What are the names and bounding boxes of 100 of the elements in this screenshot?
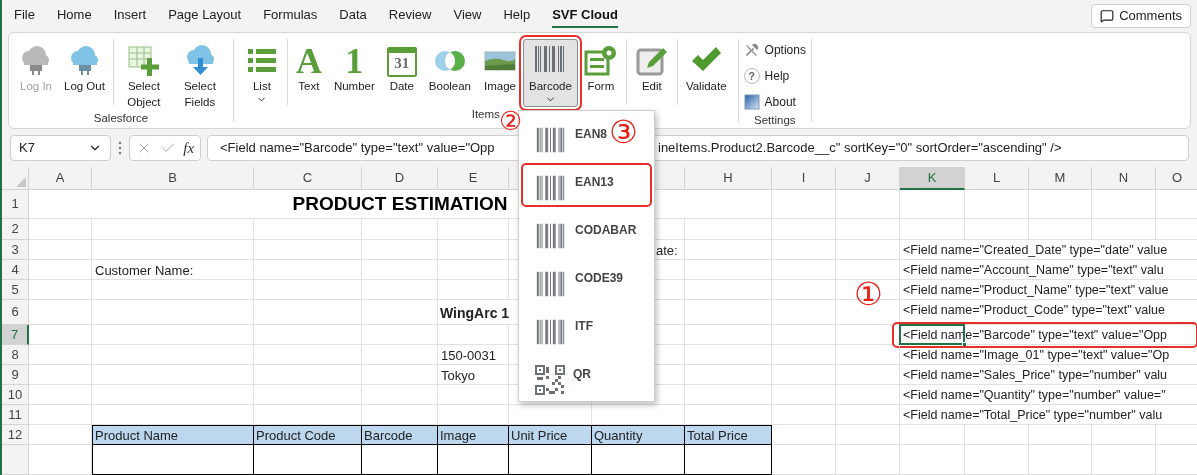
column-header[interactable]: M [1029,167,1092,190]
column-header[interactable]: O [1156,167,1197,190]
sheet-cell[interactable]: 150-0031 [438,345,509,365]
sheet-cell[interactable]: Tokyo [438,365,509,385]
column-header[interactable]: H [685,167,772,190]
column-header[interactable]: C [254,167,362,190]
text-button[interactable]: A Text [289,39,328,107]
column-header[interactable]: I [772,167,836,190]
select-all-icon[interactable] [16,177,26,187]
sheet-cell[interactable]: Barcode [362,425,438,445]
cell-text: <Field name="Account_Name" type="text" valu [903,262,1164,279]
column-header[interactable]: A [29,167,92,190]
group-label: Settings [754,113,796,128]
qr-code-icon [535,365,565,395]
sheet-cell[interactable]: <Field name="Created_Date" type="date" value [900,240,1197,260]
menu-tab[interactable]: Insert [113,3,147,28]
row-header[interactable]: 1 [2,190,29,219]
row-header[interactable]: 4 [2,260,29,280]
list-button[interactable]: List [238,39,285,107]
row-header[interactable]: 11 [2,405,29,425]
cell-text: <Field name="Image_01" type="text" value="Op [903,347,1170,364]
table-header: Image [440,427,477,445]
barcode-icon [535,269,567,299]
info-square-icon [743,94,760,110]
row-header[interactable]: 9 [2,365,29,385]
sheet-cell[interactable]: Unit Price [509,425,592,445]
column-header[interactable]: K [900,167,965,190]
options-button[interactable]: Options [741,39,808,61]
menu-tab[interactable]: Data [339,3,367,28]
more-options-icon [117,141,123,155]
number-button[interactable]: 1 Number [327,39,381,107]
row-header[interactable]: 6 [2,300,29,325]
cell-text: <Field name="Quantity" type="number" value=" [903,387,1166,404]
edit-button[interactable]: Edit [628,39,675,107]
menu-tab[interactable]: Home [56,3,92,28]
menu-tab[interactable]: Page Layout [168,3,242,28]
sheet-cell[interactable]: <Field name="Account_Name" type="text" valu [900,260,1197,280]
sheet-cell[interactable]: Image [438,425,509,445]
letter-icon: A [295,43,322,78]
menu-item[interactable]: QR [521,355,599,399]
help-button[interactable]: ? Help [741,65,808,87]
sheet-cell[interactable] [254,445,362,475]
select-object-button[interactable]: Select Object [115,39,172,111]
table-header: Product Name [95,427,179,445]
row-header[interactable]: 2 [2,219,29,240]
menu-item[interactable]: CODE39 [521,259,632,303]
form-button[interactable]: Form [577,39,624,107]
column-header[interactable]: D [362,167,438,190]
sheet-cell[interactable]: <Field name="Sales_Price" type="number" valu [900,365,1197,385]
sheet-cell[interactable]: <Field name="Quantity" type="number" value=" [900,385,1197,405]
table-header: Quantity [594,427,643,445]
column-header[interactable]: N [1092,167,1156,190]
cell-text: <Field name="Sales_Price" type="number" valu [903,367,1168,384]
row-header[interactable]: 3 [2,240,29,260]
menu-tab[interactable]: View [453,3,482,28]
row-header[interactable]: 10 [2,385,29,405]
sheet-cell[interactable] [438,445,509,475]
sheet-cell[interactable]: <Field name="Image_01" type="text" value="Op [900,345,1197,365]
comments-button[interactable]: Comments [1091,3,1191,28]
menu-item[interactable]: EAN13 [521,163,652,207]
name-box[interactable]: K7 [10,135,111,161]
sheet-cell[interactable]: <Field name="Total_Price" type="number" valu [900,405,1197,425]
company-name: WingArc 1 [440,304,510,323]
sheet-cell[interactable]: Quantity [592,425,685,445]
row-header[interactable]: 8 [2,345,29,365]
sheet-title: PRODUCT ESTIMATION [292,191,508,216]
row-header[interactable] [2,445,29,475]
sheet-cell[interactable] [362,445,438,475]
menu-tab[interactable]: Review [388,3,432,28]
sheet-cell[interactable] [685,445,772,475]
sheet-cell[interactable]: Product Code [254,425,362,445]
row-header[interactable]: 7 [2,325,29,345]
log-out-button[interactable]: Log Out [58,39,111,107]
table-header: Total Price [687,427,748,445]
about-button[interactable]: About [741,91,808,113]
select-fields-button[interactable]: Select Fields [171,39,228,111]
menu-tab[interactable]: Help [503,3,531,28]
menu-tab[interactable]: SVF Cloud [552,3,618,28]
table-header: Unit Price [511,427,568,445]
sheet-cell[interactable]: Product Name [92,425,254,445]
row-header[interactable]: 12 [2,425,29,445]
column-header[interactable]: E [438,167,509,190]
column-header[interactable]: B [92,167,254,190]
sheet-cell[interactable]: <Field name="Product_Name" type="text" value [900,280,1197,300]
boolean-button[interactable]: Boolean [422,39,478,107]
menu-tab[interactable]: File [14,3,35,28]
row-header[interactable]: 5 [2,280,29,300]
menu-tab[interactable]: Formulas [263,3,318,28]
validate-button[interactable]: Validate [679,39,733,107]
cloud-plug-icon [22,45,50,76]
insert-function-button[interactable]: fx [183,136,195,160]
sheet-cell[interactable]: Total Price [685,425,772,445]
date-button[interactable]: 31 Date [380,39,423,107]
sheet-cell[interactable]: <Field name="Product_Code" type="text" value [900,300,1197,325]
sheet-cell[interactable] [92,445,254,475]
column-header[interactable]: L [965,167,1029,190]
sheet-cell[interactable]: Customer Name: [92,260,254,280]
sheet-cell[interactable] [509,445,592,475]
table-header: Barcode [364,427,413,445]
sheet-cell[interactable] [592,445,685,475]
